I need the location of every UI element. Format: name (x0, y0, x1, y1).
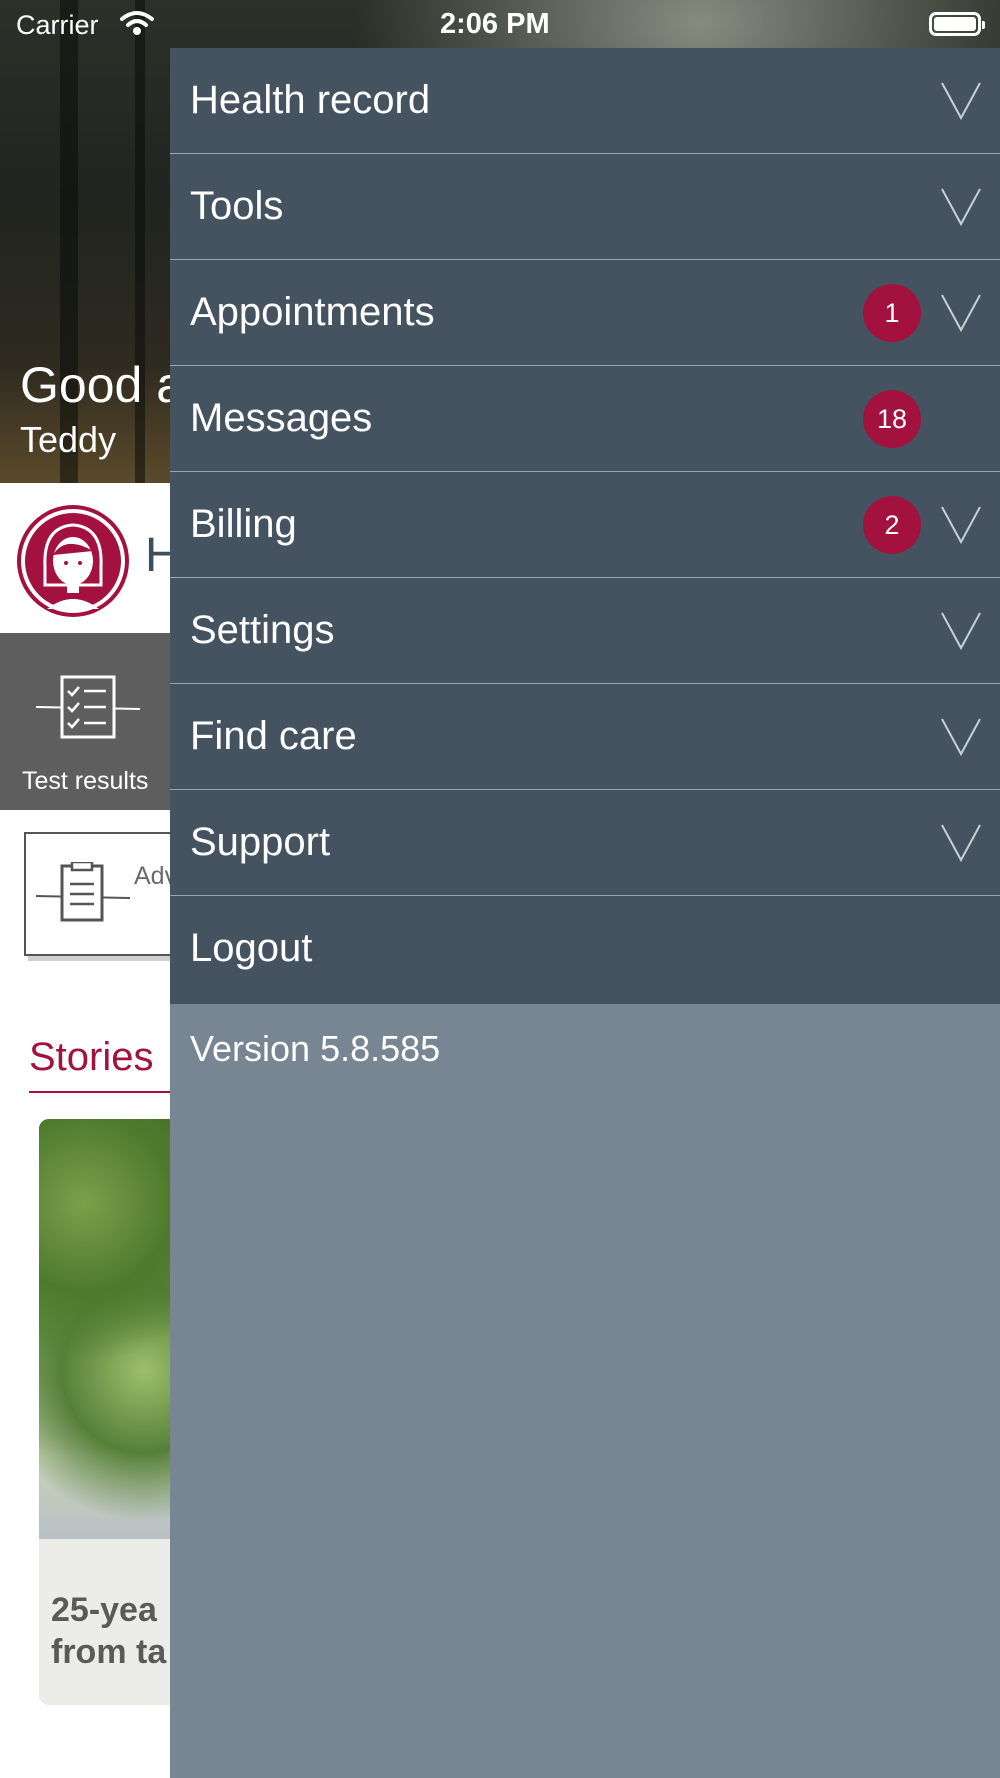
navigation-drawer: Health record Tools Appointments 1 Messages 1… (170, 48, 1000, 1778)
menu-item-support[interactable]: Support (170, 790, 1000, 896)
chevron-down-icon[interactable] (940, 823, 982, 863)
count-badge: 18 (863, 390, 921, 448)
count-badge: 2 (863, 496, 921, 554)
carrier-label: Carrier (16, 10, 99, 40)
chevron-down-icon[interactable] (940, 81, 982, 121)
menu-item-label: Settings (190, 608, 335, 652)
chevron-down-icon[interactable] (940, 505, 982, 545)
menu-item-appointments[interactable]: Appointments 1 (170, 260, 1000, 366)
chevron-down-icon[interactable] (940, 611, 982, 651)
app-version: Version 5.8.585 (190, 1028, 441, 1069)
test-results-tile[interactable]: Test results (0, 633, 175, 810)
menu-item-find-care[interactable]: Find care (170, 684, 1000, 790)
menu-list: Health record Tools Appointments 1 Messages 1… (170, 48, 1000, 1004)
menu-item-label: Support (190, 820, 331, 864)
greeting-text: Good a (20, 357, 185, 413)
menu-item-label: Messages (190, 396, 373, 440)
menu-item-settings[interactable]: Settings (170, 578, 1000, 684)
menu-item-label: Health record (190, 78, 431, 122)
user-name: Teddy (20, 419, 117, 460)
advice-card[interactable]: Adv pea (24, 832, 194, 956)
status-bar: Carrier 2:06 PM (0, 0, 1000, 48)
menu-item-label: Tools (190, 184, 284, 228)
avatar[interactable] (17, 505, 129, 617)
count-badge: 1 (863, 284, 921, 342)
status-time: 2:06 PM (440, 8, 550, 40)
battery-icon (929, 12, 985, 36)
menu-item-label: Appointments (190, 290, 435, 334)
menu-item-label: Billing (190, 502, 297, 546)
menu-item-billing[interactable]: Billing 2 (170, 472, 1000, 578)
chevron-down-icon[interactable] (940, 187, 982, 227)
test-results-label: Test results (22, 767, 149, 795)
menu-item-health-record[interactable]: Health record (170, 48, 1000, 154)
menu-item-logout[interactable]: Logout (170, 896, 1000, 1004)
story-card[interactable]: 25-yea from ta (39, 1119, 189, 1705)
story-image (39, 1119, 189, 1539)
menu-item-messages[interactable]: Messages 18 (170, 366, 1000, 472)
menu-item-label: Logout (190, 926, 313, 970)
checklist-icon (36, 675, 140, 739)
menu-item-tools[interactable]: Tools (170, 154, 1000, 260)
story-title: 25-yea from ta (51, 1591, 167, 1671)
chevron-down-icon[interactable] (940, 293, 982, 333)
menu-item-label: Find care (190, 714, 357, 758)
stories-divider (29, 1091, 179, 1093)
clipboard-icon (36, 862, 130, 922)
stories-heading: Stories (29, 1035, 154, 1079)
wifi-icon (120, 10, 154, 43)
chevron-down-icon[interactable] (940, 717, 982, 757)
